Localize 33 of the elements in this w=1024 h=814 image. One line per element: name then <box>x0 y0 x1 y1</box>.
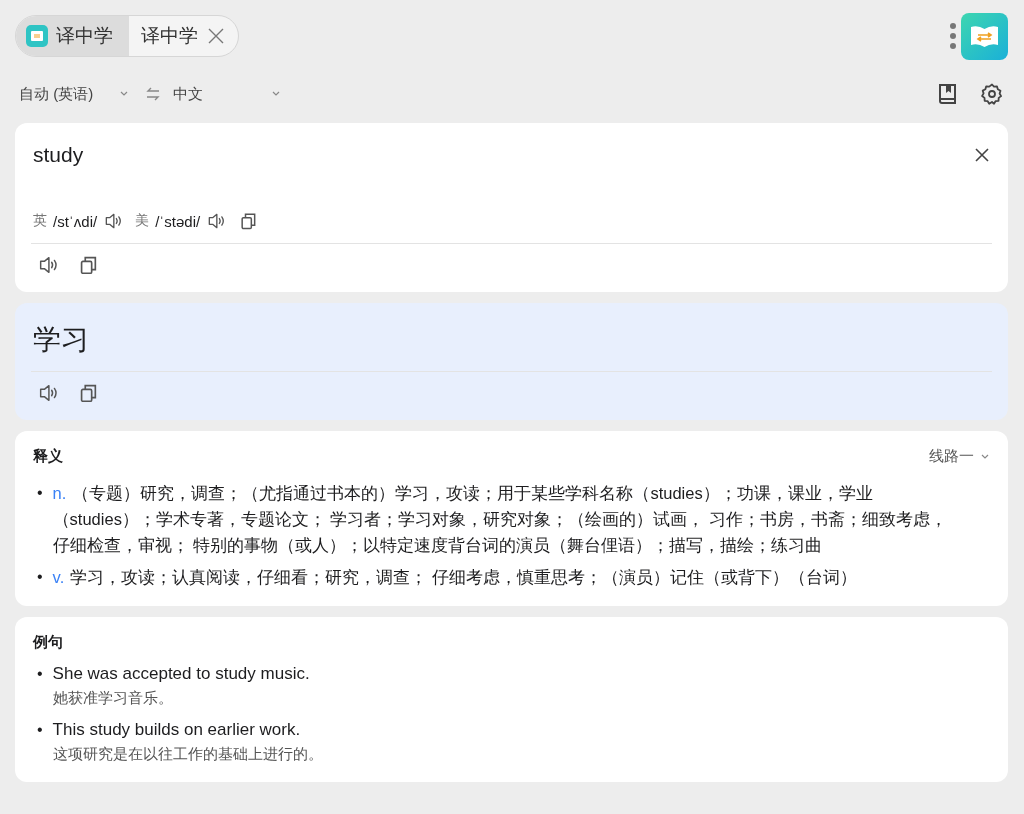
phonetic-region: 美 <box>135 212 150 230</box>
close-icon[interactable] <box>206 26 226 46</box>
app-icon <box>26 25 48 47</box>
example-sentence: She was accepted to study music. <box>52 663 310 685</box>
settings-icon[interactable] <box>980 82 1004 106</box>
tab[interactable]: 译中学 <box>129 16 238 56</box>
speaker-icon[interactable] <box>206 211 227 231</box>
phonetic-region: 英 <box>33 212 47 230</box>
close-icon[interactable] <box>974 147 990 163</box>
example-sentence: This study builds on earlier work. <box>52 719 302 741</box>
route-select[interactable]: 线路一 <box>929 447 990 466</box>
phonetic-text: /ˈstədi/ <box>155 212 201 230</box>
list-bullet: • <box>36 567 43 587</box>
definition-item: n. （专题）研究，调查；（尤指通过书本的）学习，攻读；用于某些学科名称（studies）；功课，课业，学业（studies）；学术专著，专题论文； 学习者；学习对象，研究对象；（绘画的）试画， 习作；书房，书斋；细致考虑，仔细检查，审视； 特别的事物（或人）；以特定速度背台词的演员（舞台俚语）；描写，描绘；练习曲 <box>52 483 949 556</box>
speaker-icon[interactable] <box>103 211 124 231</box>
translation-text: 学习 <box>33 323 90 357</box>
example-translation: 她获准学习音乐。 <box>52 688 174 708</box>
phonetic-text: /stˈʌdi/ <box>53 212 98 230</box>
more-icon[interactable] <box>949 21 957 51</box>
example-translation: 这项研究是在以往工作的基础上进行的。 <box>52 744 323 764</box>
section-title: 例句 <box>33 633 64 652</box>
section-title: 释义 <box>33 447 63 466</box>
speaker-icon[interactable] <box>37 382 59 404</box>
list-bullet: • <box>36 720 43 740</box>
speaker-icon[interactable] <box>37 254 59 276</box>
list-bullet: • <box>36 483 43 503</box>
swap-icon[interactable] <box>145 86 161 102</box>
source-language-select[interactable]: 自动 (英语) <box>19 84 129 104</box>
tab[interactable]: 译中学 <box>16 16 129 56</box>
definition-item: v. 学习，攻读；认真阅读，仔细看；研究，调查； 仔细考虑，慎重思考；（演员）记住（或背下）（台词） <box>52 567 858 588</box>
list-bullet: • <box>36 664 43 684</box>
target-language-select[interactable]: 中文 <box>173 84 281 104</box>
source-text: study <box>33 143 84 167</box>
